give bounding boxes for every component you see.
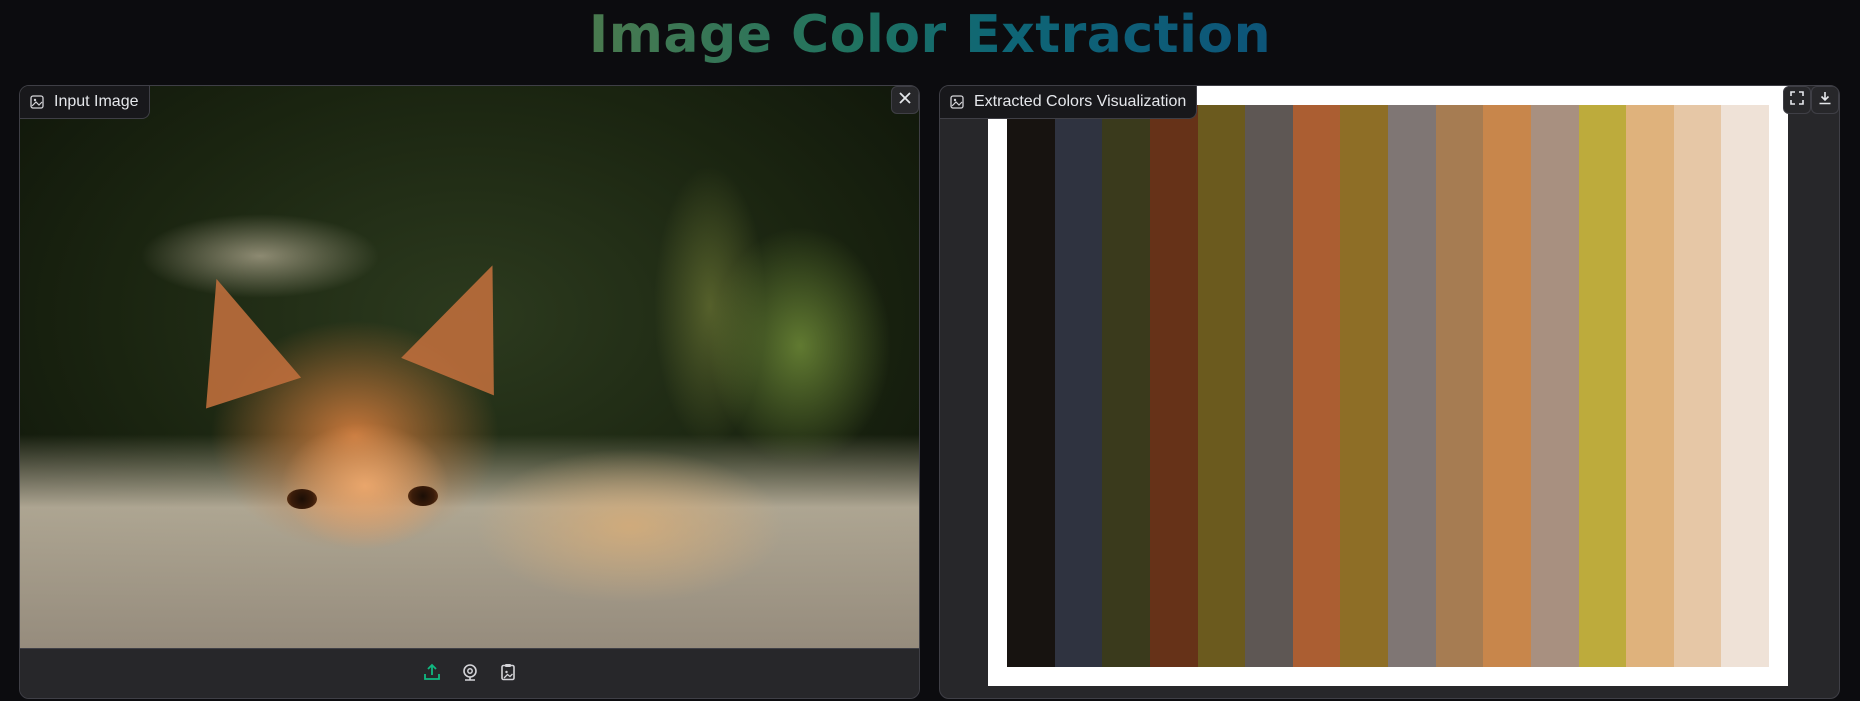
color-swatch-15 [1673,105,1722,667]
clipboard-icon [498,662,518,687]
color-swatch-5 [1197,105,1246,667]
color-swatch-8 [1340,105,1388,667]
image-icon [30,95,44,109]
download-icon [1818,91,1832,110]
page-title-container: Image Color Extraction Tool [580,2,1280,131]
upload-button[interactable] [420,662,444,686]
webcam-icon [460,662,480,687]
color-swatch-2 [1054,105,1103,667]
color-swatch-11 [1483,105,1531,667]
color-swatch-16 [1721,105,1769,667]
extracted-colors-panel: Extracted Colors Visualization [939,85,1840,699]
close-icon [897,90,913,111]
upload-icon [422,662,442,687]
color-swatch-1 [1007,105,1055,667]
color-swatch-12 [1530,105,1579,667]
download-button[interactable] [1811,86,1839,114]
fullscreen-button[interactable] [1783,86,1811,114]
extracted-colors-label: Extracted Colors Visualization [940,86,1198,119]
image-icon [950,95,964,109]
color-swatch-14 [1626,105,1674,667]
input-image-preview [20,86,919,648]
fox-left-eye [287,489,317,509]
clear-image-button[interactable] [891,86,919,114]
color-swatch-6 [1245,105,1293,667]
webcam-button[interactable] [458,662,482,686]
input-image-label-text: Input Image [54,93,139,110]
color-swatch-strip [1007,105,1769,667]
fullscreen-icon [1790,90,1804,110]
extracted-colors-label-text: Extracted Colors Visualization [974,93,1187,110]
input-image-label: Input Image [20,86,150,119]
color-palette-canvas [988,86,1788,686]
fox-left-ear [168,263,302,409]
clipboard-button[interactable] [496,662,520,686]
image-source-toolbar [20,648,919,698]
color-swatch-3 [1102,105,1150,667]
page-title: Image Color Extraction Tool [580,2,1280,131]
fox-right-ear [401,246,539,396]
color-swatch-4 [1149,105,1198,667]
color-swatch-7 [1292,105,1341,667]
color-swatch-13 [1578,105,1627,667]
fox-right-eye [408,486,438,506]
color-swatch-10 [1435,105,1484,667]
color-swatch-9 [1388,105,1436,667]
input-image-panel: Input Image [19,85,920,699]
